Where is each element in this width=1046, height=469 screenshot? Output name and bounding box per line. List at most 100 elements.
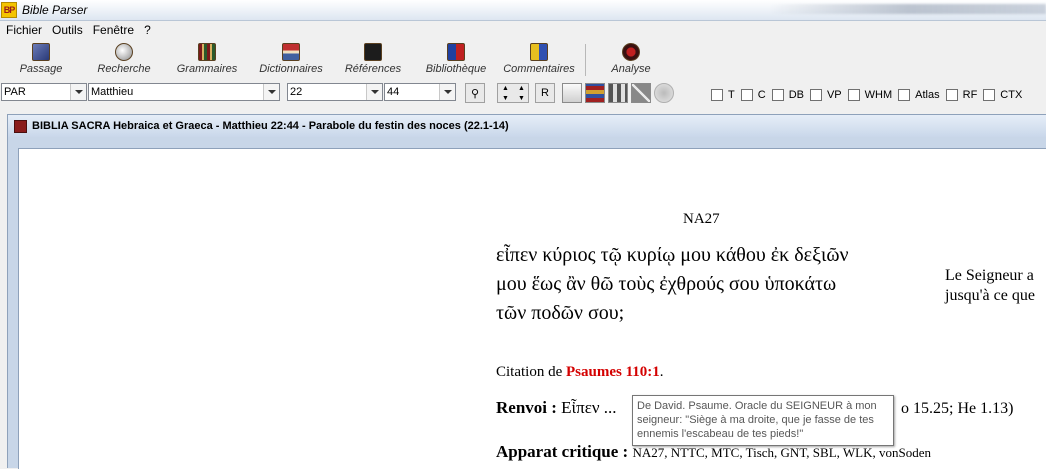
checkbox-box[interactable]: [898, 89, 911, 101]
tooltip-line: seigneur: "Siège à ma droite, que je fas…: [637, 414, 874, 426]
menu-help[interactable]: ?: [139, 22, 156, 39]
checkbox-box[interactable]: [711, 89, 723, 101]
checkbox-box[interactable]: [809, 89, 822, 101]
dictionary-icon: [282, 43, 300, 61]
verse-tooltip: De David. Psaume. Oracle du SEIGNEUR à m…: [632, 395, 894, 446]
r-button-label: R: [541, 87, 549, 99]
disc-icon[interactable]: [654, 83, 674, 103]
references-icon: [364, 43, 382, 61]
checkbox-label: RF: [962, 89, 978, 101]
references-button[interactable]: Références: [342, 41, 404, 79]
checkbox-ctx[interactable]: CTX: [983, 89, 1022, 101]
text-list-icon[interactable]: [562, 83, 582, 103]
checkbox-box[interactable]: [740, 89, 753, 101]
verse-select[interactable]: 44: [384, 83, 456, 101]
checkbox-rf[interactable]: RF: [945, 89, 978, 101]
chevron-down-icon[interactable]: [70, 84, 86, 100]
checkbox-label: T: [728, 89, 735, 101]
apparat-list[interactable]: NA27, NTTC, MTC, Tisch, GNT, SBL, WLK, v…: [632, 445, 931, 460]
citation-line: Citation de Psaumes 110:1.: [496, 364, 664, 381]
references-label: Références: [344, 63, 402, 75]
chevron-down-icon[interactable]: [439, 84, 455, 100]
up-arrow-icon[interactable]: ▲: [498, 84, 513, 93]
checkbox-box[interactable]: [983, 89, 996, 101]
checkbox-box[interactable]: [945, 89, 958, 101]
grammaires-label: Grammaires: [176, 63, 238, 75]
document-title: BIBLIA SACRA Hebraica et Graeca - Matthi…: [32, 120, 509, 132]
tools-icon[interactable]: [631, 83, 651, 103]
greek-line: μου ἕως ἂν θῶ τοὺς ἐχθρούς σου ὑποκάτω: [496, 273, 837, 295]
passage-button[interactable]: Passage: [14, 41, 68, 79]
search-icon: [115, 43, 133, 61]
chevron-down-icon[interactable]: [366, 84, 382, 100]
citation-link[interactable]: Psaumes 110:1: [566, 364, 660, 380]
checkbox-label: C: [757, 89, 766, 101]
book-value: Matthieu: [91, 86, 134, 98]
menu-fenetre[interactable]: Fenêtre: [88, 22, 139, 39]
grammar-books-icon: [198, 43, 216, 61]
passage-icon: [32, 43, 50, 61]
menu-fichier[interactable]: Fichier: [0, 22, 47, 39]
checkbox-whm[interactable]: WHM: [847, 89, 893, 101]
main-toolbar: Passage Recherche Grammaires Dictionnair…: [0, 40, 1046, 80]
checkbox-atlas[interactable]: Atlas: [898, 89, 940, 101]
down-arrow-icon[interactable]: ▼: [498, 94, 513, 103]
books-stack-icon[interactable]: [585, 83, 605, 103]
menu-outils[interactable]: Outils: [47, 22, 88, 39]
renvoi-line: Renvoi : Εἶπεν ...: [496, 398, 617, 418]
down-arrow-icon[interactable]: ▼: [514, 94, 529, 103]
checkbox-label: VP: [826, 89, 842, 101]
verse-value: 44: [387, 86, 400, 98]
checkbox-vp[interactable]: VP: [809, 89, 842, 101]
french-verse-text: Le Seigneur a jusqu'à ce que: [945, 266, 1046, 306]
verse-spinner[interactable]: ▲ ▲ ▼ ▼: [497, 83, 529, 103]
tooltip-line: ennemis l'escabeau de tes pieds!": [637, 428, 804, 440]
checkbox-db[interactable]: DB: [771, 89, 804, 101]
french-line: Le Seigneur a: [945, 267, 1034, 284]
chevron-down-icon[interactable]: [263, 84, 279, 100]
french-line: jusqu'à ce que: [945, 287, 1035, 304]
analyse-label: Analyse: [611, 63, 651, 75]
bibliotheque-label: Bibliothèque: [425, 63, 487, 75]
citation-prefix: Citation de: [496, 364, 563, 380]
version-select[interactable]: PAR: [1, 83, 87, 101]
blurred-title-area: [770, 4, 1046, 14]
recherche-button[interactable]: Recherche: [93, 41, 155, 79]
analyse-button[interactable]: Analyse: [608, 41, 654, 79]
chapter-select[interactable]: 22: [287, 83, 383, 101]
renvoi-text[interactable]: Εἶπεν ...: [561, 398, 616, 417]
commentaires-button[interactable]: Commentaires: [499, 41, 579, 79]
checkbox-box[interactable]: [847, 89, 860, 101]
grammaires-button[interactable]: Grammaires: [174, 41, 240, 79]
dictionnaires-label: Dictionnaires: [259, 63, 323, 75]
checkbox-label: Atlas: [915, 89, 940, 101]
greek-line: εἶπεν κύριος τῷ κυρίῳ μου κάθου ἐκ δεξιῶ…: [496, 244, 849, 266]
greek-line: τῶν ποδῶν σου;: [496, 302, 625, 324]
app-logo-icon: BP: [1, 2, 17, 18]
toolbar-separator: [585, 44, 586, 76]
navigation-bar: PAR Matthieu 22 44 ⚲ ▲ ▲ ▼ ▼ R T C DB VP…: [0, 81, 1046, 105]
passage-label: Passage: [19, 63, 63, 75]
greek-verse-text: εἶπεν κύριος τῷ κυρίῳ μου κάθου ἐκ δεξιῶ…: [496, 241, 916, 328]
checkbox-label: WHM: [864, 89, 893, 101]
apparat-label: Apparat critique :: [496, 442, 629, 461]
version-value: PAR: [4, 86, 26, 98]
tree-icon[interactable]: [608, 83, 628, 103]
bibliotheque-button[interactable]: Bibliothèque: [420, 41, 492, 79]
menu-bar: Fichier Outils Fenêtre ?: [0, 22, 1046, 39]
up-arrow-icon[interactable]: ▲: [514, 84, 529, 93]
checkbox-t[interactable]: T: [711, 89, 735, 101]
citation-suffix: .: [659, 364, 664, 380]
document-title-bar[interactable]: BIBLIA SACRA Hebraica et Graeca - Matthi…: [8, 115, 1046, 137]
checkbox-box[interactable]: [771, 89, 784, 101]
r-button[interactable]: R: [535, 83, 555, 103]
title-bar: BP Bible Parser: [0, 0, 1046, 21]
book-select[interactable]: Matthieu: [88, 83, 280, 101]
analysis-icon: [622, 43, 640, 61]
go-search-button[interactable]: ⚲: [465, 83, 485, 103]
app-title: Bible Parser: [22, 3, 88, 17]
checkbox-label: DB: [788, 89, 804, 101]
checkbox-c[interactable]: C: [740, 89, 766, 101]
dictionnaires-button[interactable]: Dictionnaires: [254, 41, 328, 79]
renvoi-references[interactable]: o 15.25; He 1.13): [901, 400, 1013, 418]
